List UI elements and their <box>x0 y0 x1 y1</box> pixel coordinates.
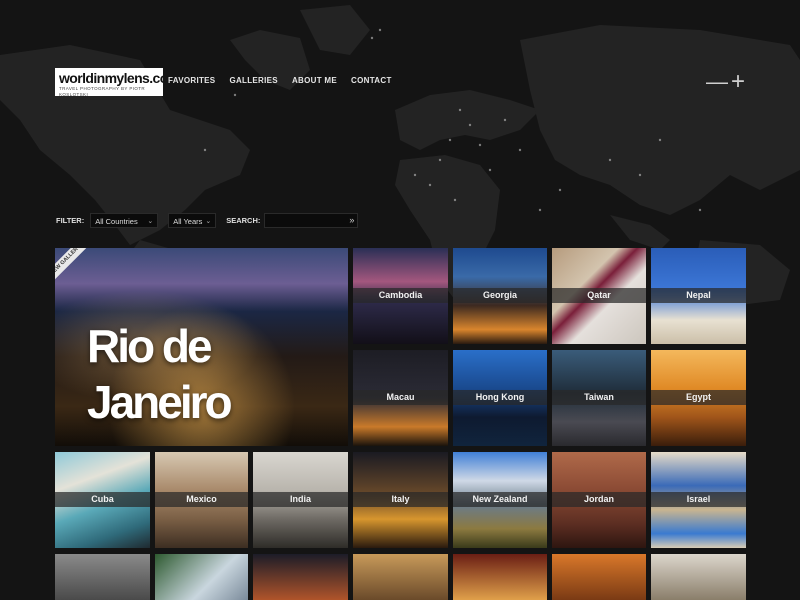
gallery-label: Italy <box>353 492 448 508</box>
gallery-tile[interactable]: Israel <box>651 452 746 548</box>
new-gallery-ribbon: NEW GALLERY <box>55 248 90 285</box>
gallery-label: Cambodia <box>353 288 448 304</box>
gallery-tile[interactable]: Georgia <box>453 248 547 344</box>
nav-contact[interactable]: CONTACT <box>351 76 392 85</box>
gallery-tile-partial[interactable] <box>155 554 248 600</box>
gallery-tile[interactable]: Jordan <box>552 452 646 548</box>
search-input[interactable]: » <box>264 212 359 228</box>
gallery-label: Mexico <box>155 492 248 508</box>
featured-gallery-title: Rio de Janeiro <box>87 320 233 428</box>
chevron-down-icon: ⌄ <box>205 217 212 225</box>
gallery-tile[interactable]: Cambodia <box>353 248 448 344</box>
gallery-tile-partial[interactable] <box>552 554 646 600</box>
logo-subtitle: TRAVEL PHOTOGRAPHY BY PIOTR KOSLOTSKI <box>59 86 146 96</box>
nav-galleries[interactable]: GALLERIES <box>229 76 277 85</box>
nav-about-me[interactable]: ABOUT ME <box>292 76 337 85</box>
gallery-label: Jordan <box>552 492 646 508</box>
gallery-label: Georgia <box>453 288 547 304</box>
filter-label: FILTER: <box>56 215 85 225</box>
gallery-tile-partial[interactable] <box>353 554 448 600</box>
chevron-down-icon: ⌄ <box>147 217 154 225</box>
country-select-value: All Countries <box>95 216 138 226</box>
gallery-tile[interactable]: New Zealand <box>453 452 547 548</box>
gallery-tile[interactable]: Taiwan <box>552 350 646 446</box>
gallery-tile[interactable]: Mexico <box>155 452 248 548</box>
search-label: SEARCH: <box>226 215 261 225</box>
gallery-tile[interactable]: Egypt <box>651 350 746 446</box>
gallery-label: Egypt <box>651 390 746 406</box>
gallery-tile[interactable]: India <box>253 452 348 548</box>
filter-bar: FILTER: All Countries ⌄ All Years ⌄ SEAR… <box>56 212 359 228</box>
featured-gallery-tile[interactable]: NEW GALLERY Rio de Janeiro <box>55 248 348 446</box>
gallery-label: Macau <box>353 390 448 406</box>
zoom-out-icon[interactable]: — <box>706 71 728 93</box>
gallery-label: Qatar <box>552 288 646 304</box>
gallery-label: Nepal <box>651 288 746 304</box>
year-select[interactable]: All Years ⌄ <box>168 212 217 228</box>
gallery-label: Hong Kong <box>453 390 547 406</box>
gallery-tile[interactable]: Cuba <box>55 452 150 548</box>
country-select[interactable]: All Countries ⌄ <box>90 212 159 228</box>
gallery-tile[interactable]: Hong Kong <box>453 350 547 446</box>
gallery-tile-partial[interactable] <box>253 554 348 600</box>
gallery-tile-partial[interactable] <box>651 554 746 600</box>
search-submit-icon[interactable]: » <box>349 214 354 227</box>
zoom-in-icon[interactable]: + <box>731 70 745 94</box>
gallery-tile-partial[interactable] <box>453 554 547 600</box>
main-nav: FAVORITES GALLERIES ABOUT ME CONTACT <box>168 76 392 85</box>
gallery-tile-partial[interactable] <box>55 554 150 600</box>
gallery-label: Israel <box>651 492 746 508</box>
gallery-tile[interactable]: Qatar <box>552 248 646 344</box>
site-logo[interactable]: worldinmylens.com TRAVEL PHOTOGRAPHY BY … <box>55 68 163 96</box>
gallery-tile[interactable]: Nepal <box>651 248 746 344</box>
year-select-value: All Years <box>173 216 203 226</box>
gallery-tile[interactable]: Macau <box>353 350 448 446</box>
gallery-label: India <box>253 492 348 508</box>
nav-favorites[interactable]: FAVORITES <box>168 76 215 85</box>
gallery-label: New Zealand <box>453 492 547 508</box>
logo-title: worldinmylens.com <box>59 70 163 86</box>
gallery-label: Taiwan <box>552 390 646 406</box>
gallery-tile[interactable]: Italy <box>353 452 448 548</box>
gallery-label: Cuba <box>55 492 150 508</box>
